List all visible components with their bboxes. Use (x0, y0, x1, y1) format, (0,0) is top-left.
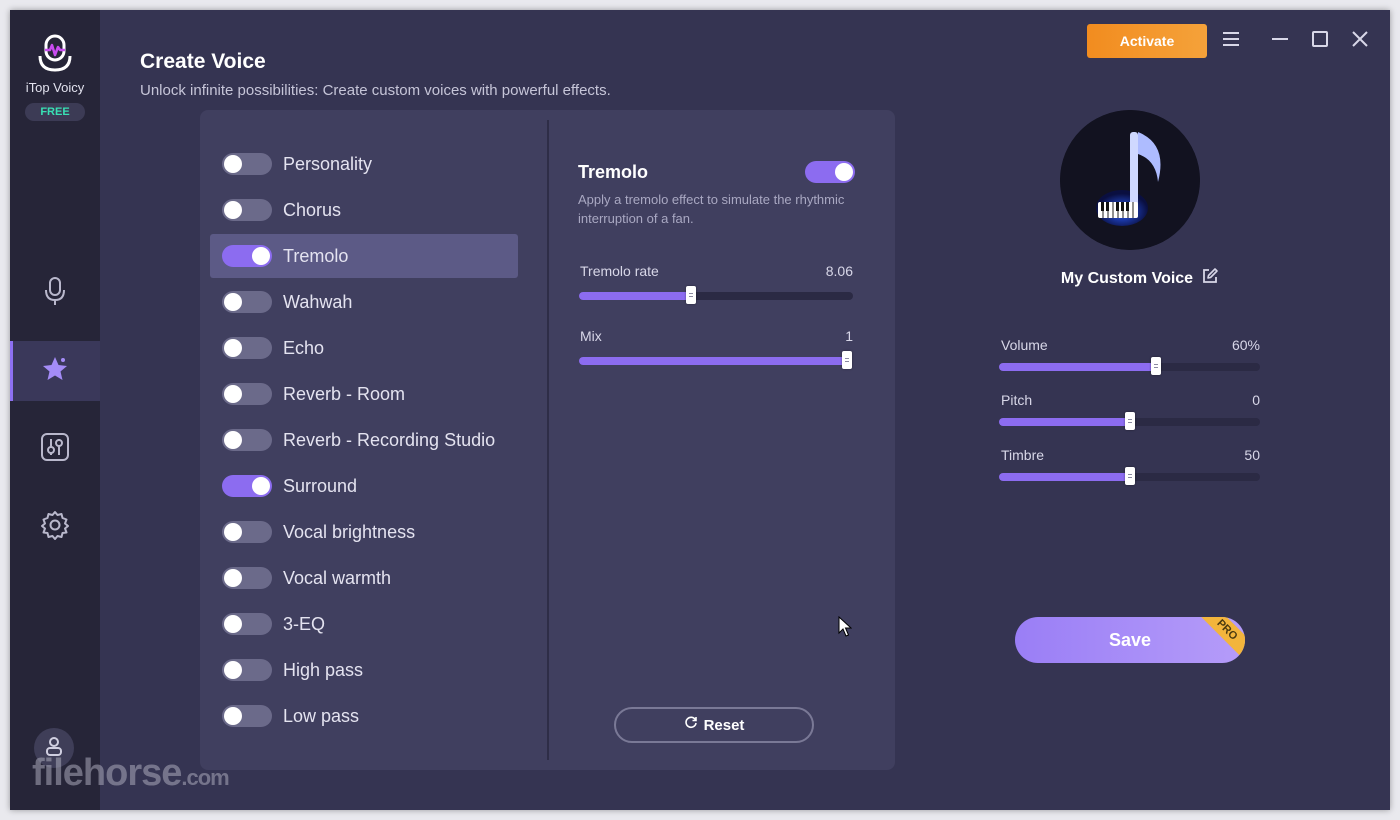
effect-toggle[interactable] (222, 383, 272, 405)
edit-icon[interactable] (1201, 267, 1219, 290)
effect-label: Reverb - Recording Studio (283, 429, 496, 450)
effect-toggle[interactable] (222, 567, 272, 589)
nav-item-create-voice[interactable] (10, 341, 100, 401)
effect-toggle[interactable] (222, 153, 272, 175)
effect-item[interactable]: Vocal warmth (210, 556, 518, 600)
effect-item[interactable]: Personality (210, 142, 518, 186)
maximize-button[interactable] (1307, 28, 1333, 54)
mix-label: Mix (580, 328, 602, 344)
tremolo-rate-value: 8.06 (825, 263, 853, 279)
detail-enable-toggle[interactable] (805, 161, 855, 183)
sidebar: iTop Voicy FREE (10, 10, 100, 810)
tremolo-rate-label: Tremolo rate (580, 263, 659, 279)
effect-label: Chorus (283, 199, 342, 220)
effect-label: Wahwah (283, 291, 353, 312)
volume-label: Volume (1001, 337, 1048, 353)
effect-toggle[interactable] (222, 337, 272, 359)
effect-label: Surround (283, 475, 358, 496)
page-title: Create Voice (140, 50, 266, 73)
maximize-icon (1311, 30, 1329, 53)
hamburger-menu-icon (1222, 31, 1240, 52)
voice-avatar[interactable] (1060, 110, 1200, 250)
effect-item[interactable]: Surround (210, 464, 518, 508)
volume-value: 60% (1231, 337, 1260, 353)
pro-badge: PRO (1199, 617, 1245, 658)
app-logo-icon (35, 34, 75, 74)
effect-toggle[interactable] (222, 705, 272, 727)
effect-toggle[interactable] (222, 475, 272, 497)
voice-name-label: My Custom Voice (1060, 269, 1194, 287)
effect-label: Reverb - Room (283, 383, 406, 404)
effect-label: High pass (283, 659, 364, 680)
plan-badge: FREE (25, 103, 85, 121)
close-button[interactable] (1347, 28, 1373, 54)
mix-value: 1 (845, 328, 853, 344)
effect-toggle[interactable] (222, 245, 272, 267)
panel-divider (547, 120, 549, 760)
volume-slider[interactable] (999, 357, 1260, 375)
effect-toggle[interactable] (222, 659, 272, 681)
effect-toggle[interactable] (222, 291, 272, 313)
reset-button[interactable]: Reset (614, 707, 814, 743)
effect-toggle[interactable] (222, 429, 272, 451)
detail-description: Apply a tremolo effect to simulate the r… (578, 192, 845, 226)
effect-item[interactable]: Echo (210, 326, 518, 370)
reset-label: Reset (703, 716, 745, 734)
pitch-label: Pitch (1001, 392, 1033, 408)
music-note-icon (1060, 110, 1200, 250)
effect-label: Echo (283, 337, 325, 358)
effect-label: Vocal brightness (283, 521, 416, 542)
effect-item[interactable]: Wahwah (210, 280, 518, 324)
effect-item[interactable]: Reverb - Recording Studio (210, 418, 518, 462)
minimize-button[interactable] (1267, 28, 1293, 54)
effect-item[interactable]: 3-EQ (210, 602, 518, 646)
app-name: iTop Voicy (25, 80, 85, 95)
nav-item-voice-changer[interactable] (10, 263, 100, 323)
effect-toggle[interactable] (222, 613, 272, 635)
activate-button[interactable]: Activate (1087, 24, 1207, 58)
equalizer-icon (40, 432, 70, 467)
effect-item[interactable]: Vocal brightness (210, 510, 518, 554)
watermark-text: filehorse (32, 752, 182, 794)
page-subtitle: Unlock infinite possibilities: Create cu… (140, 82, 611, 99)
pitch-value: 0 (1252, 392, 1260, 408)
save-label: Save (1108, 629, 1152, 650)
effect-label: Vocal warmth (283, 567, 392, 588)
app-window: iTop Voicy FREE filehorse.com Create Voi… (10, 10, 1390, 810)
effect-item[interactable]: High pass (210, 648, 518, 692)
gear-icon (40, 510, 70, 545)
effect-toggle[interactable] (222, 521, 272, 543)
voice-name: My Custom Voice (1050, 267, 1230, 290)
minimize-icon (1271, 31, 1289, 52)
nav-item-soundboard[interactable] (10, 419, 100, 479)
effect-item[interactable]: Low pass (210, 694, 518, 738)
effect-item[interactable]: Tremolo (210, 234, 518, 278)
timbre-value: 50 (1244, 447, 1260, 463)
mouse-cursor-icon (838, 615, 853, 643)
nav-item-settings[interactable] (10, 497, 100, 557)
effects-panel: Personality Chorus Tremolo Wahwah Echo Reverb… (200, 110, 895, 770)
effect-item[interactable]: Chorus (210, 188, 518, 232)
refresh-icon (684, 716, 698, 734)
sparkle-star-icon (40, 354, 70, 389)
effect-label: Low pass (283, 705, 360, 726)
menu-button[interactable] (1218, 28, 1244, 54)
effect-label: Tremolo (283, 245, 349, 266)
effect-item[interactable]: Reverb - Room (210, 372, 518, 416)
effect-label: Personality (283, 153, 373, 174)
detail-title: Tremolo (578, 162, 649, 182)
save-button[interactable]: Save PRO (1015, 617, 1245, 663)
timbre-label: Timbre (1001, 447, 1045, 463)
mix-slider[interactable] (579, 351, 852, 369)
timbre-slider[interactable] (999, 467, 1260, 485)
tremolo-rate-slider[interactable] (579, 286, 853, 304)
microphone-icon (42, 276, 68, 311)
effect-label: 3-EQ (283, 613, 326, 634)
close-icon (1351, 30, 1369, 53)
effect-toggle[interactable] (222, 199, 272, 221)
pitch-slider[interactable] (999, 412, 1260, 430)
